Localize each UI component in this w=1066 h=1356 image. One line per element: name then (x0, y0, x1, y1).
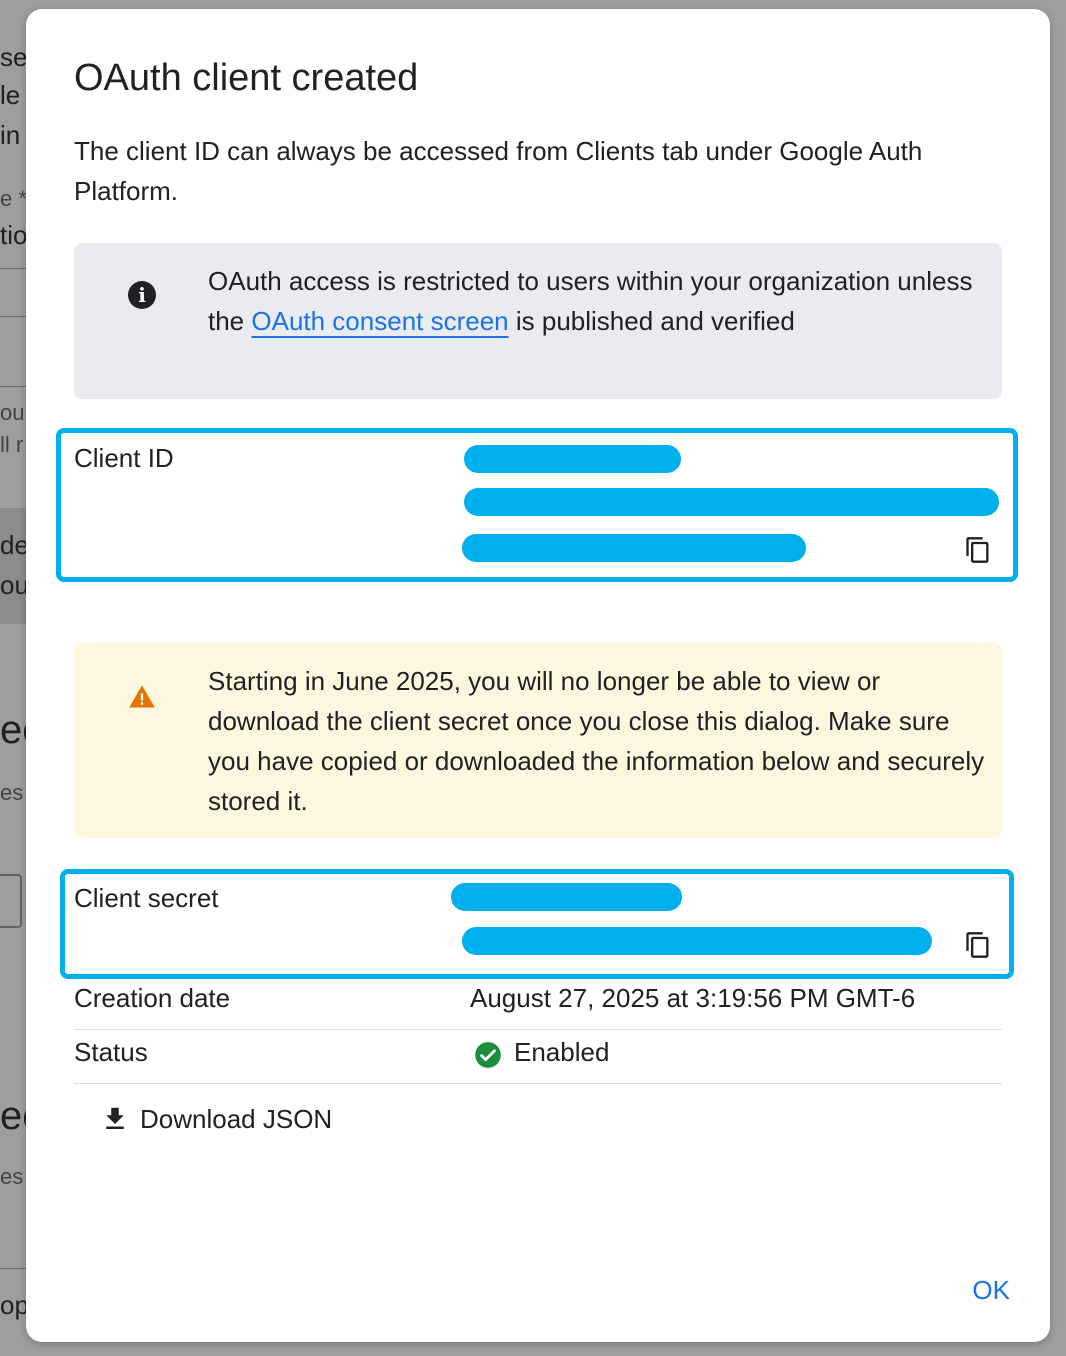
creation-date-label: Creation date (74, 983, 231, 1013)
background-divider (0, 316, 28, 317)
background-text: ll r (0, 432, 24, 457)
dialog-title: OAuth client created (74, 57, 419, 99)
creation-date-value: August 27, 2025 at 3:19:56 PM GMT-6 (470, 983, 916, 1013)
creation-date-row: Creation date August 27, 2025 at 3:19:56… (74, 975, 1002, 1030)
background-text: de (0, 530, 29, 560)
background-text: se (0, 42, 28, 72)
background-panel (0, 508, 28, 624)
client-id-redacted-value (462, 534, 806, 562)
background-divider (0, 268, 28, 269)
background-text: ou (0, 570, 29, 600)
oauth-client-created-dialog: OAuth client created The client ID can a… (26, 9, 1050, 1342)
client-id-redacted-value (464, 488, 999, 516)
oauth-consent-screen-link[interactable]: OAuth consent screen (251, 306, 508, 336)
background-text: es (0, 1164, 24, 1189)
copy-client-secret-icon[interactable] (964, 930, 992, 960)
download-icon (106, 1107, 124, 1129)
warning-text: Starting in June 2025, you will no longe… (208, 666, 985, 816)
download-json-label: Download JSON (140, 1103, 333, 1134)
info-banner: i OAuth access is restricted to users wi… (74, 243, 1002, 399)
status-row: Status Enabled (74, 1029, 1002, 1084)
copy-client-id-icon[interactable] (964, 535, 992, 565)
status-label: Status (74, 1037, 148, 1067)
background-text: tio (0, 220, 28, 250)
info-icon: i (128, 281, 156, 309)
info-banner-text: OAuth access is restricted to users with… (208, 261, 988, 341)
client-id-label: Client ID (74, 443, 174, 473)
client-id-redacted-value (464, 445, 681, 473)
info-text-after: is published and verified (508, 306, 795, 336)
background-divider (0, 1268, 28, 1269)
warning-icon (129, 685, 155, 708)
ok-button[interactable]: OK (972, 1275, 1010, 1306)
background-text: es (0, 780, 24, 805)
dialog-description: The client ID can always be accessed fro… (74, 136, 923, 206)
client-secret-redacted-value (462, 927, 932, 955)
background-text: e * (0, 186, 27, 211)
check-circle-icon (475, 1042, 501, 1068)
background-button (0, 874, 22, 928)
background-text: le (0, 80, 21, 110)
client-secret-redacted-value (451, 883, 682, 911)
status-value: Enabled (514, 1037, 610, 1067)
download-json-button[interactable]: Download JSON (100, 1099, 332, 1139)
client-secret-label: Client secret (74, 883, 219, 913)
background-text: in (0, 120, 21, 150)
warning-banner: Starting in June 2025, you will no longe… (74, 643, 1002, 838)
background-divider (0, 386, 28, 387)
